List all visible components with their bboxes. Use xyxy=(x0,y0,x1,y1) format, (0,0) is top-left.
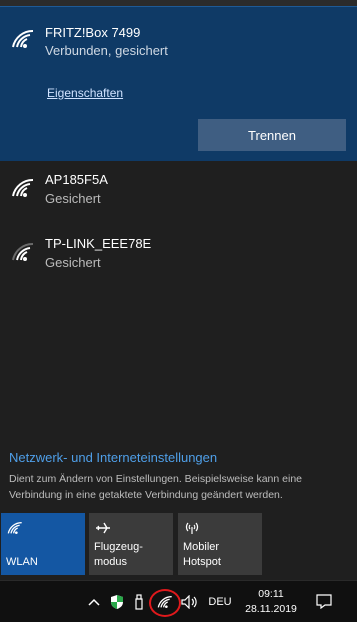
network-status: Verbunden, gesichert xyxy=(45,43,168,58)
language-indicator[interactable]: DEU xyxy=(205,581,235,622)
notification-icon[interactable] xyxy=(312,581,336,622)
volume-icon[interactable] xyxy=(179,581,201,622)
network-name: FRITZ!Box 7499 xyxy=(45,25,141,40)
usb-icon[interactable] xyxy=(131,581,147,622)
network-list-item[interactable]: TP-LINK_EEE78E Gesichert xyxy=(0,228,357,290)
wifi-icon xyxy=(7,521,23,538)
airplane-mode-tile[interactable]: Flugzeug- modus xyxy=(89,513,173,575)
wifi-signal-weak-icon xyxy=(11,242,35,262)
defender-icon[interactable] xyxy=(107,581,127,622)
tile-label: WLAN xyxy=(6,556,38,568)
airplane-icon xyxy=(95,521,111,538)
connected-network-item[interactable]: FRITZ!Box 7499 Verbunden, gesichert Eige… xyxy=(0,6,357,161)
tile-label: Flugzeug- modus xyxy=(94,541,143,568)
mobile-hotspot-tile[interactable]: Mobiler Hotspot xyxy=(178,513,262,575)
wifi-signal-icon xyxy=(11,178,35,198)
hotspot-icon xyxy=(184,521,200,538)
network-name: TP-LINK_EEE78E xyxy=(45,236,152,251)
highlight-circle xyxy=(149,589,181,617)
network-status: Gesichert xyxy=(45,191,101,206)
clock-date: 28.11.2019 xyxy=(245,602,297,615)
disconnect-button[interactable]: Trennen xyxy=(198,119,346,151)
clock[interactable]: 09:11 28.11.2019 xyxy=(238,581,304,622)
network-settings-description: Dient zum Ändern von Einstellungen. Beis… xyxy=(9,473,303,501)
network-status: Gesichert xyxy=(45,255,101,270)
network-flyout: FRITZ!Box 7499 Verbunden, gesichert Eige… xyxy=(0,0,357,580)
network-list-item[interactable]: AP185F5A Gesichert xyxy=(0,164,357,226)
wifi-signal-icon xyxy=(11,29,35,49)
wlan-toggle-tile[interactable]: WLAN xyxy=(1,513,85,575)
properties-link[interactable]: Eigenschaften xyxy=(47,86,123,100)
chevron-up-icon[interactable] xyxy=(84,581,104,622)
tile-label: Mobiler Hotspot xyxy=(183,541,221,568)
clock-time: 09:11 xyxy=(258,587,284,600)
network-name: AP185F5A xyxy=(45,172,108,187)
network-settings-link[interactable]: Netzwerk- und Interneteinstellungen xyxy=(9,450,217,465)
